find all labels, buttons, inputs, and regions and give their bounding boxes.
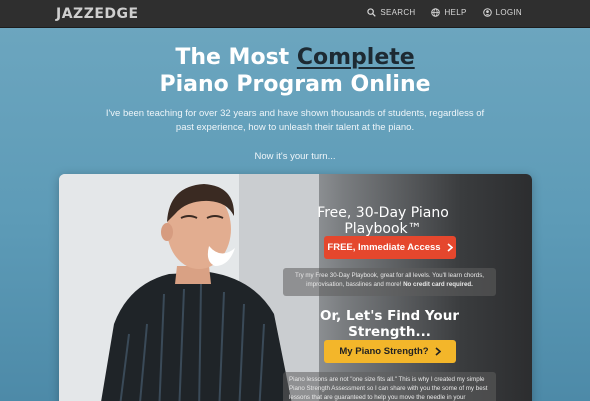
- strength-title: Or, Let's Find Your Strength...: [320, 308, 459, 340]
- playbook-description-bold: No credit card required.: [403, 281, 473, 288]
- header-nav: SEARCH HELP LOGIN: [367, 8, 522, 17]
- nav-login-label: LOGIN: [495, 8, 522, 17]
- search-icon: [367, 8, 377, 17]
- hero-subtitle: I've been teaching for over 32 years and…: [105, 108, 485, 133]
- globe-icon: [431, 8, 441, 17]
- strength-description: Piano lessons are not "one size fits all…: [283, 372, 496, 401]
- piano-strength-button[interactable]: My Piano Strength?: [324, 340, 456, 363]
- chevron-right-icon: [435, 347, 441, 356]
- playbook-description: Try my Free 30-Day Playbook, great for a…: [283, 268, 496, 296]
- hero-title-emphasis: Complete: [296, 45, 415, 70]
- free-access-label: FREE, Immediate Access: [327, 242, 441, 253]
- top-nav-bar: JAZZEDGE SEARCH HELP LOGIN: [0, 0, 590, 28]
- free-access-button[interactable]: FREE, Immediate Access: [324, 236, 456, 259]
- nav-login[interactable]: LOGIN: [482, 8, 522, 17]
- nav-help-label: HELP: [444, 8, 467, 17]
- nav-help[interactable]: HELP: [431, 8, 466, 17]
- chevron-right-icon: [447, 243, 453, 252]
- hero-title-line2: Piano Program Online: [159, 72, 431, 97]
- hero-title-prefix: The Most: [175, 45, 297, 70]
- nav-search[interactable]: SEARCH: [367, 8, 415, 17]
- piano-strength-label: My Piano Strength?: [339, 346, 429, 357]
- hero-turn-text: Now it's your turn...: [254, 151, 336, 162]
- user-circle-icon: [482, 8, 492, 17]
- nav-search-label: SEARCH: [380, 8, 416, 17]
- playbook-title: Free, 30-Day Piano Playbook™: [317, 205, 449, 237]
- instructor-photo: [59, 174, 319, 401]
- hero-title: The Most Complete Piano Program Online: [0, 44, 590, 98]
- site-logo[interactable]: JAZZEDGE: [56, 6, 139, 22]
